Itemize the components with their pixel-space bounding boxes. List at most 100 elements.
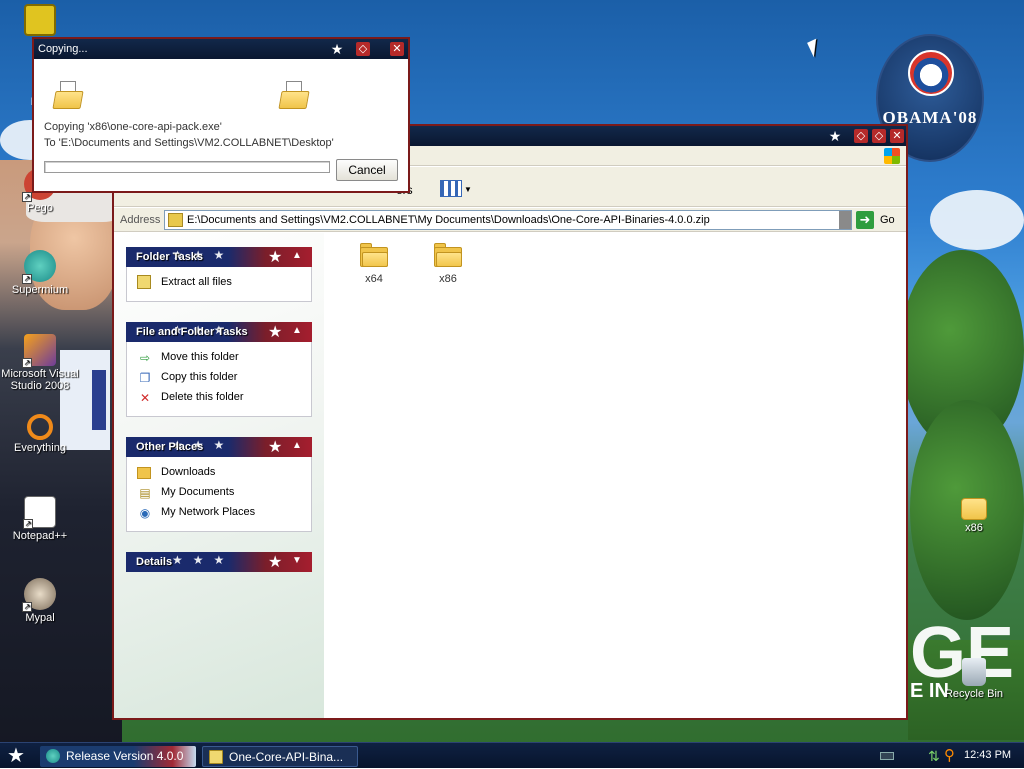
delete-icon: ✕ [139, 391, 151, 405]
file-item-x86[interactable]: x86 [418, 243, 478, 285]
wallpaper-portrait [0, 160, 122, 750]
panel-folder-tasks: ★★★ Folder Tasks ★ ▲ Extract all files [126, 247, 312, 302]
collapse-icon: ▲ [292, 440, 302, 451]
place-label: My Documents [161, 486, 235, 498]
task-label: Copy this folder [161, 371, 238, 383]
dialog-titlebar[interactable]: Copying... ★ ◇ ✕ [34, 39, 408, 59]
task-extract-all-files[interactable]: Extract all files [127, 273, 311, 293]
file-name: x64 [365, 273, 383, 285]
copying-dialog: Copying... ★ ◇ ✕ Copying 'x86\one-core-a… [32, 37, 410, 193]
everything-search-icon[interactable]: ⚲ [944, 746, 955, 764]
cancel-button[interactable]: Cancel [336, 159, 398, 181]
desktop-icon-visual-studio[interactable]: ↗ Microsoft Visual Studio 2008 [0, 334, 80, 392]
panel-body: ⇨ Move this folder ❐ Copy this folder ✕ … [126, 342, 312, 417]
taskbar-button-explorer[interactable]: One-Core-API-Bina... [202, 746, 358, 767]
notepadpp-icon: ↗ [23, 496, 56, 529]
everything-icon [27, 414, 53, 440]
desktop-icon-label: Everything [14, 442, 66, 454]
address-bar: Address E:\Documents and Settings\VM2.CO… [114, 208, 906, 232]
place-my-network-places[interactable]: ◉ My Network Places [127, 503, 311, 523]
zip-folder-icon [209, 750, 223, 764]
close-button[interactable]: ✕ [390, 42, 404, 56]
minimize-button[interactable]: ◇ [854, 129, 868, 143]
panel-title: File and Folder Tasks [136, 326, 248, 338]
go-button[interactable]: ➜ Go [856, 211, 900, 229]
recycle-bin-icon [962, 658, 986, 686]
file-list: x64 x86 [324, 233, 906, 718]
desktop-icon-notepadpp[interactable]: ↗ Notepad++ [0, 496, 80, 542]
panel-body: Downloads ▤ My Documents ◉ My Network Pl… [126, 457, 312, 532]
wallpaper-cloud [930, 190, 1024, 250]
panel-header[interactable]: ★★★ Other Places ★ ▲ [126, 437, 312, 457]
folder-icon [360, 243, 388, 267]
place-my-documents[interactable]: ▤ My Documents [127, 483, 311, 503]
star-icon: ★ [268, 249, 283, 266]
folder-icon [137, 467, 151, 479]
visual-studio-icon: ↗ [22, 334, 56, 368]
explorer-window: ★ ◇ ◇ ✕ ers ▼ Address E:\Documents and S… [112, 124, 908, 720]
desktop-icon-label: Microsoft Visual Studio 2008 [1, 368, 79, 392]
panel-title: Details [136, 556, 173, 568]
views-button[interactable]: ▼ [438, 179, 472, 199]
close-button[interactable]: ✕ [890, 129, 904, 143]
panel-title: Other Places [136, 441, 204, 453]
supermium-icon [46, 749, 60, 763]
extract-icon [137, 275, 151, 289]
taskbar-button-label: One-Core-API-Bina... [229, 750, 344, 764]
file-name: x86 [439, 273, 457, 285]
dialog-title: Copying... [38, 43, 88, 55]
file-item-x64[interactable]: x64 [344, 243, 404, 285]
start-button[interactable]: ★ [4, 745, 28, 767]
clock[interactable]: 12:43 PM [964, 749, 1011, 761]
task-label: Extract all files [161, 276, 232, 288]
copy-source-text: Copying 'x86\one-core-api-pack.exe' [44, 121, 222, 133]
task-copy-folder[interactable]: ❐ Copy this folder [127, 368, 311, 388]
panel-header[interactable]: ★★★ Details ★ ▼ [126, 552, 312, 572]
desktop-icon-mypal[interactable]: ↗ Mypal [0, 578, 80, 624]
network-icon[interactable]: ⇅ [928, 748, 940, 765]
panel-title: Folder Tasks [136, 251, 204, 263]
windows-logo-icon [884, 148, 900, 164]
desktop-icon-outlook[interactable] [0, 4, 80, 38]
desktop-icon-supermium[interactable]: ↗ Supermium [0, 250, 80, 296]
go-arrow-icon: ➜ [856, 211, 874, 229]
place-label: Downloads [161, 466, 216, 478]
star-icon: ★ [330, 41, 344, 57]
address-input[interactable]: E:\Documents and Settings\VM2.COLLABNET\… [164, 210, 852, 230]
keyboard-icon[interactable] [880, 752, 894, 760]
taskbar-button-release[interactable]: Release Version 4.0.0 [40, 746, 196, 767]
minimize-button[interactable]: ◇ [356, 42, 370, 56]
panel-header[interactable]: ★★★ Folder Tasks ★ ▲ [126, 247, 312, 267]
task-label: Delete this folder [161, 391, 244, 403]
outlook-icon [24, 4, 56, 36]
mypal-icon: ↗ [22, 578, 56, 612]
portrait-tie [92, 370, 106, 430]
desktop-icon-label: Recycle Bin [944, 688, 1004, 700]
taskbar: ★ Release Version 4.0.0 One-Core-API-Bin… [0, 742, 1024, 768]
my-documents-icon: ▤ [139, 486, 151, 500]
address-dropdown-button[interactable] [839, 211, 851, 229]
zip-folder-icon [168, 213, 183, 227]
go-label: Go [880, 214, 895, 226]
folder-icon [434, 243, 462, 267]
desktop-icon-recycle-bin[interactable]: Recycle Bin [934, 658, 1014, 700]
panel-header[interactable]: ★★★ File and Folder Tasks ★ ▲ [126, 322, 312, 342]
stars-decoration: ★★★ [172, 553, 235, 567]
source-folder-icon [52, 81, 84, 109]
task-move-folder[interactable]: ⇨ Move this folder [127, 348, 311, 368]
panel-details: ★★★ Details ★ ▼ [126, 552, 312, 572]
desktop-icon-x86-folder[interactable]: x86 [934, 498, 1014, 534]
desktop-icon-label: Supermium [11, 284, 69, 296]
taskbar-button-label: Release Version 4.0.0 [66, 749, 184, 763]
star-icon: ★ [268, 324, 283, 341]
folder-icon [961, 498, 987, 520]
star-icon: ★ [268, 439, 283, 456]
network-icon: ◉ [139, 506, 151, 520]
copy-progress-bar [44, 161, 330, 173]
maximize-button[interactable]: ◇ [872, 129, 886, 143]
place-downloads[interactable]: Downloads [127, 463, 311, 483]
panel-body: Extract all files [126, 267, 312, 302]
collapse-icon: ▲ [292, 325, 302, 336]
task-delete-folder[interactable]: ✕ Delete this folder [127, 388, 311, 408]
desktop-icon-everything[interactable]: Everything [0, 414, 80, 454]
